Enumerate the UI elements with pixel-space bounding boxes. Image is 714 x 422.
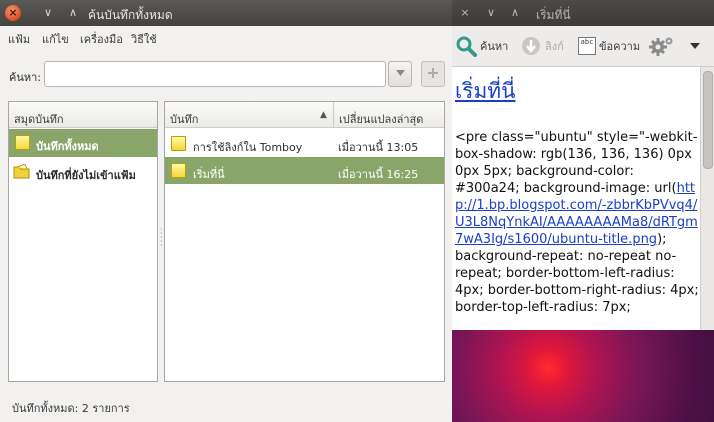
search-row: ค้นหา:: [0, 60, 452, 90]
search-label: ค้นหา:: [9, 71, 42, 84]
notebook-label: บันทึกทั้งหมด: [36, 140, 99, 153]
status-bar: บันทึกทั้งหมด: 2 รายการ: [12, 402, 130, 415]
menu-tools[interactable]: เครื่องมือ: [80, 30, 123, 48]
folder-icon: [13, 164, 30, 179]
note-scrollbar[interactable]: [700, 67, 714, 330]
scrollbar-thumb[interactable]: [703, 71, 713, 169]
menu-file[interactable]: แฟ้ม: [8, 30, 30, 48]
search-window-titlebar[interactable]: × ∨ ∧ ค้นบันทึกทั้งหมด: [0, 0, 452, 26]
sort-ascending-icon: ▲: [320, 110, 327, 120]
note-editor[interactable]: เริ่มที่นี่ <pre class="ubuntu" style="-…: [452, 67, 701, 330]
note-body[interactable]: <pre class="ubuntu" style="-webkit-box-s…: [455, 129, 700, 316]
note-window: × ∨ ∧ เริ่มที่นี่ ค้นหา ลิงก์ abc ข้อควา…: [452, 0, 714, 330]
link-icon: [522, 37, 540, 55]
search-window: × ∨ ∧ ค้นบันทึกทั้งหมด แฟ้ม แก้ไข เครื่อ…: [0, 0, 452, 422]
note-icon: [171, 163, 186, 178]
close-icon[interactable]: ×: [5, 5, 21, 21]
text-style-icon: abc: [578, 37, 596, 55]
text-style-button[interactable]: abc ข้อความ: [578, 34, 640, 58]
chevron-down-icon[interactable]: [690, 34, 700, 58]
note-icon: [15, 135, 30, 150]
note-icon: [171, 136, 186, 151]
search-button[interactable]: ค้นหา: [455, 34, 508, 58]
note-title-cell: การใช้ลิงก์ใน Tomboy: [193, 141, 303, 154]
text-style-button-label: ข้อความ: [599, 40, 641, 53]
search-icon: [456, 36, 477, 57]
add-icon: [428, 68, 438, 78]
maximize-icon[interactable]: ∧: [508, 6, 522, 20]
add-notebook-button[interactable]: [421, 61, 445, 87]
note-body-text: <pre class="ubuntu" style="-webkit-box-s…: [455, 130, 698, 196]
minimize-icon[interactable]: ∨: [484, 6, 498, 20]
notebook-column-header[interactable]: สมุดบันทึก: [9, 102, 157, 128]
note-heading: เริ่มที่นี่: [455, 79, 516, 103]
menu-edit[interactable]: แก้ไข: [42, 30, 69, 48]
search-history-dropdown[interactable]: [388, 61, 412, 87]
close-icon[interactable]: ×: [458, 6, 472, 20]
table-row[interactable]: เริ่มที่นี่ เมื่อวานนี้ 16:25: [165, 157, 444, 184]
note-column-label: บันทึก: [170, 113, 199, 126]
modified-column-header[interactable]: เปลี่ยนแปลงล่าสุด: [334, 102, 444, 128]
note-title-cell: เริ่มที่นี่: [193, 168, 225, 181]
pane-resize-handle[interactable]: · · · · ·: [160, 226, 163, 250]
notebook-label: บันทึกที่ยังไม่เข้าแฟ้ม: [36, 169, 136, 182]
link-button-label: ลิงก์: [545, 40, 564, 53]
chevron-down-icon: [395, 70, 405, 76]
note-list[interactable]: บันทึก ▲ เปลี่ยนแปลงล่าสุด การใช้ลิงก์ใน…: [164, 101, 445, 382]
note-toolbar: ค้นหา ลิงก์ abc ข้อความ: [452, 26, 714, 67]
link-button[interactable]: ลิงก์: [520, 34, 564, 58]
note-window-title: เริ่มที่นี่: [536, 8, 571, 22]
notebook-item-unfiled[interactable]: บันทึกที่ยังไม่เข้าแฟ้ม: [9, 158, 157, 186]
search-button-label: ค้นหา: [480, 40, 509, 53]
note-modified-cell: เมื่อวานนี้ 16:25: [338, 168, 419, 181]
menubar: แฟ้ม แก้ไข เครื่องมือ วิธีใช้: [0, 26, 452, 48]
menu-help[interactable]: วิธีใช้: [131, 30, 157, 48]
note-column-header[interactable]: บันทึก ▲: [165, 102, 333, 128]
note-modified-cell: เมื่อวานนี้ 13:05: [338, 141, 419, 154]
maximize-icon[interactable]: ∧: [66, 5, 80, 21]
search-input[interactable]: [44, 61, 386, 87]
notebook-item-all-notes[interactable]: บันทึกทั้งหมด: [9, 129, 157, 157]
note-window-titlebar[interactable]: × ∨ ∧ เริ่มที่นี่: [452, 0, 714, 26]
tools-button[interactable]: [649, 34, 675, 58]
gear-icon: [649, 37, 673, 56]
notebook-list[interactable]: สมุดบันทึก บันทึกทั้งหมด บันทึกที่ยังไม่…: [8, 101, 158, 382]
table-row[interactable]: การใช้ลิงก์ใน Tomboy เมื่อวานนี้ 13:05: [165, 130, 444, 157]
search-window-title: ค้นบันทึกทั้งหมด: [88, 8, 173, 22]
minimize-icon[interactable]: ∨: [41, 5, 55, 21]
